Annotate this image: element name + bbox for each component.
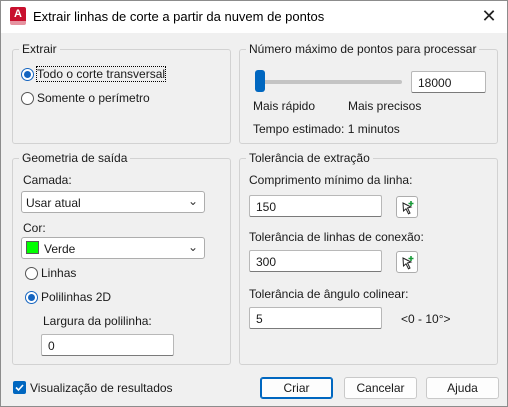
title-bar: A Extrair linhas de corte a partir da nu… (1, 1, 507, 33)
pick-connection-tolerance-button[interactable] (396, 251, 418, 273)
max-points-slider-track[interactable] (259, 80, 402, 84)
create-button[interactable]: Criar (260, 377, 333, 399)
whole-cross-section-radio[interactable] (21, 68, 34, 81)
close-button[interactable]: ✕ (471, 1, 507, 31)
extract-section-lines-dialog: A Extrair linhas de corte a partir da nu… (0, 0, 508, 407)
polyline-width-value: 0 (48, 339, 55, 353)
lines-radio[interactable] (25, 267, 38, 280)
connection-tolerance-label: Tolerância de linhas de conexão: (249, 230, 424, 244)
color-swatch (26, 241, 39, 254)
perimeter-only-radio[interactable] (21, 92, 34, 105)
faster-label: Mais rápido (253, 99, 316, 113)
cancel-button[interactable]: Cancelar (344, 377, 417, 399)
layer-label: Camada: (23, 173, 72, 187)
min-length-label: Comprimento mínimo da linha: (249, 173, 413, 187)
color-value: Verde (44, 242, 76, 256)
create-button-label: Criar (283, 381, 310, 395)
window-title: Extrair linhas de corte a partir da nuve… (33, 9, 325, 24)
chevron-down-icon: ⌄ (187, 194, 198, 208)
more-precise-label: Mais precisos (348, 99, 422, 113)
estimated-time: Tempo estimado: 1 minutos (253, 122, 400, 136)
preview-results-label[interactable]: Visualização de resultados (30, 381, 173, 395)
pick-point-icon (402, 201, 414, 215)
color-dropdown[interactable]: Verde ⌄ (21, 237, 205, 259)
lines-label[interactable]: Linhas (41, 266, 76, 280)
max-points-group-title: Número máximo de pontos para processar (246, 42, 480, 56)
polyline-width-input[interactable]: 0 (41, 334, 174, 356)
max-points-input[interactable]: 18000 (411, 71, 486, 93)
pick-point-icon (402, 256, 414, 270)
connection-tolerance-input[interactable]: 300 (249, 250, 382, 272)
tolerance-group-title: Tolerância de extração (246, 151, 373, 165)
color-label: Cor: (23, 221, 46, 235)
perimeter-only-label[interactable]: Somente o perímetro (37, 91, 150, 105)
help-button[interactable]: Ajuda (426, 377, 499, 399)
close-icon: ✕ (481, 6, 497, 26)
preview-results-checkbox[interactable] (13, 381, 26, 394)
chevron-down-icon: ⌄ (187, 240, 198, 254)
min-length-input[interactable]: 150 (249, 195, 382, 217)
max-points-value: 18000 (418, 76, 452, 90)
collinear-tolerance-label: Tolerância de ângulo colinear: (249, 287, 409, 301)
max-points-slider-thumb[interactable] (255, 70, 265, 92)
connection-tolerance-value: 300 (256, 255, 277, 269)
autocad-app-icon: A (10, 7, 26, 25)
whole-cross-section-label[interactable]: Todo o corte transversal (35, 66, 167, 82)
collinear-range-hint: <0 - 10°> (401, 312, 451, 326)
output-geometry-group-title: Geometria de saída (19, 151, 131, 165)
pick-min-length-button[interactable] (396, 196, 418, 218)
extract-group-title: Extrair (19, 42, 60, 56)
layer-value: Usar atual (26, 196, 81, 210)
polyline-width-label: Largura da polilinha: (43, 314, 152, 328)
checkmark-icon (15, 384, 24, 392)
min-length-value: 150 (256, 200, 277, 214)
help-button-label: Ajuda (447, 381, 478, 395)
collinear-tolerance-value: 5 (256, 312, 263, 326)
collinear-tolerance-input[interactable]: 5 (249, 307, 382, 329)
layer-dropdown[interactable]: Usar atual ⌄ (21, 191, 205, 213)
polylines-2d-radio[interactable] (25, 291, 38, 304)
polylines-2d-label[interactable]: Polilinhas 2D (41, 290, 111, 304)
cancel-button-label: Cancelar (356, 381, 405, 395)
